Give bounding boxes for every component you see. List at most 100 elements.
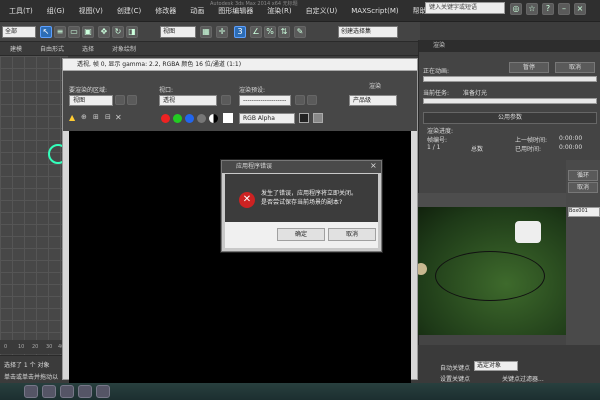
swatch-icon[interactable]: [223, 113, 233, 123]
alpha-channel-icon[interactable]: [197, 114, 206, 123]
tab-freeform[interactable]: 自由形式: [40, 44, 64, 53]
help-icon[interactable]: ?: [542, 3, 554, 15]
red-channel-icon[interactable]: [161, 114, 170, 123]
windows-taskbar: [0, 383, 600, 400]
area-dropdown[interactable]: 视图: [69, 95, 113, 106]
ruler-tick: 0: [4, 344, 8, 350]
cancel-render-button[interactable]: 取消: [555, 62, 595, 73]
current-anim-label: 正在动画:: [423, 68, 450, 75]
media-icon[interactable]: [60, 385, 74, 398]
current-task-label: 当前任务:: [423, 90, 450, 97]
dialog-message-line1: 发生了错误，应用程序将立即关闭。: [261, 190, 358, 197]
toggle-ui-icon[interactable]: [313, 113, 323, 123]
minimize-icon[interactable]: –: [558, 3, 570, 15]
window-title: Autodesk 3ds Max 2014 x64 无标题: [210, 1, 298, 7]
ruler-tick: 10: [18, 344, 25, 350]
selection-filter-dropdown[interactable]: 全部: [2, 26, 36, 38]
panel-title: 渲染: [419, 40, 600, 52]
viewport-dropdown[interactable]: 透视: [159, 95, 217, 106]
window-crossing-icon[interactable]: ▣: [82, 26, 94, 38]
select-by-name-icon[interactable]: ≡: [54, 26, 66, 38]
menu-item-maxscript[interactable]: MAXScript(M): [344, 7, 405, 15]
select-object-icon[interactable]: ↖: [40, 26, 52, 38]
print-icon[interactable]: ⊟: [105, 113, 111, 121]
angle-snap-icon[interactable]: ∠: [250, 26, 262, 38]
rotate-icon[interactable]: ↻: [112, 26, 124, 38]
ruler-tick: 30: [46, 344, 53, 350]
side-cancel-button[interactable]: 取消: [568, 182, 598, 193]
green-channel-icon[interactable]: [173, 114, 182, 123]
move-icon[interactable]: ✥: [98, 26, 110, 38]
time-ruler[interactable]: 0 10 20 30 40: [0, 340, 68, 354]
ribbon-tabs: 建模 自由形式 选择 对象绘制: [0, 42, 420, 56]
area-label: 要渲染的区域:: [69, 87, 108, 94]
search-input[interactable]: 键入关键字或短语: [425, 2, 505, 14]
edit-named-sel-icon[interactable]: ✎: [294, 26, 306, 38]
select-manipulate-icon[interactable]: ✛: [216, 26, 228, 38]
dialog-body: ✕ 发生了错误，应用程序将立即关闭。 是否尝试保存当前场景的副本?: [225, 174, 378, 222]
lock-icon[interactable]: [221, 95, 231, 105]
set-key-label[interactable]: 设置关键点: [440, 374, 470, 383]
star-icon[interactable]: ☆: [526, 3, 538, 15]
cancel-button[interactable]: 取消: [328, 228, 376, 241]
key-filter-label[interactable]: 关键点过滤器...: [502, 374, 544, 383]
menu-item-tools[interactable]: 工具(T): [2, 6, 40, 16]
view-cube-icon[interactable]: [515, 221, 541, 243]
channel-dropdown[interactable]: RGB Alpha: [239, 113, 295, 124]
menu-item-create[interactable]: 创建(C): [110, 6, 148, 16]
viewport-grid[interactable]: [0, 56, 68, 366]
blue-channel-icon[interactable]: [185, 114, 194, 123]
scene-path: [435, 251, 545, 301]
mono-icon[interactable]: [209, 114, 218, 123]
elapsed-label: 已用时间:: [515, 146, 542, 153]
ie-icon[interactable]: [24, 385, 38, 398]
tab-modeling[interactable]: 建模: [10, 44, 22, 53]
tab-object-paint[interactable]: 对象绘制: [112, 44, 136, 53]
auto-region-icon[interactable]: [127, 95, 137, 105]
menu-item-modifiers[interactable]: 修改器: [148, 6, 183, 16]
selected-dropdown[interactable]: 选定对象: [474, 361, 518, 371]
scene-preview[interactable]: [415, 207, 567, 335]
clear-icon[interactable]: ✕: [115, 113, 122, 122]
tab-selection[interactable]: 选择: [82, 44, 94, 53]
reference-coord-dropdown[interactable]: 视图: [160, 26, 196, 38]
menu-item-views[interactable]: 视图(V): [72, 6, 110, 16]
preset-label: 渲染预设:: [239, 87, 266, 94]
pivot-icon[interactable]: ▦: [200, 26, 212, 38]
chrome-icon[interactable]: [78, 385, 92, 398]
scene-sky: [415, 193, 567, 207]
object-name-field[interactable]: Box001: [568, 207, 600, 217]
folder-icon[interactable]: [42, 385, 56, 398]
display-alpha-icon[interactable]: [299, 113, 309, 123]
environment-icon[interactable]: [307, 95, 317, 105]
setup-icon[interactable]: [295, 95, 305, 105]
binoculars-icon[interactable]: ◎: [510, 3, 522, 15]
menu-item-group[interactable]: 组(G): [40, 6, 72, 16]
progress-label: 渲染进度:: [427, 128, 454, 135]
save-icon[interactable]: ▲: [69, 113, 75, 122]
copy-icon[interactable]: ⊕: [81, 113, 87, 121]
close-icon[interactable]: ×: [574, 3, 586, 15]
named-selection-dropdown[interactable]: 创建选择集: [338, 26, 398, 38]
rect-selection-icon[interactable]: ▭: [68, 26, 80, 38]
product-dropdown[interactable]: 产品级: [349, 95, 397, 106]
last-frame-time: 0:00:00: [559, 135, 583, 142]
preset-dropdown[interactable]: --------------------: [239, 95, 291, 106]
percent-snap-icon[interactable]: %: [264, 26, 276, 38]
auto-key-label[interactable]: 自动关键点: [440, 363, 470, 372]
clone-icon[interactable]: ⊞: [93, 113, 99, 121]
snap-toggle-icon[interactable]: 3: [234, 26, 246, 38]
spinner-snap-icon[interactable]: ⇅: [278, 26, 290, 38]
loop-button[interactable]: 循环: [568, 170, 598, 181]
ok-button[interactable]: 确定: [277, 228, 325, 241]
render-frame-title: 透视, 帧 0, 显示 gamma: 2.2, RGBA 颜色 16 位/通道 …: [63, 59, 417, 71]
pause-button[interactable]: 暂停: [509, 62, 549, 73]
edit-region-icon[interactable]: [115, 95, 125, 105]
total-label: 总数: [471, 146, 484, 153]
ruler-tick: 20: [32, 344, 39, 350]
app-icon[interactable]: [96, 385, 110, 398]
common-params-section[interactable]: 公用参数: [423, 112, 597, 124]
scale-icon[interactable]: ◨: [126, 26, 138, 38]
close-icon[interactable]: ×: [370, 161, 377, 170]
menu-item-animation[interactable]: 动画: [183, 6, 211, 16]
